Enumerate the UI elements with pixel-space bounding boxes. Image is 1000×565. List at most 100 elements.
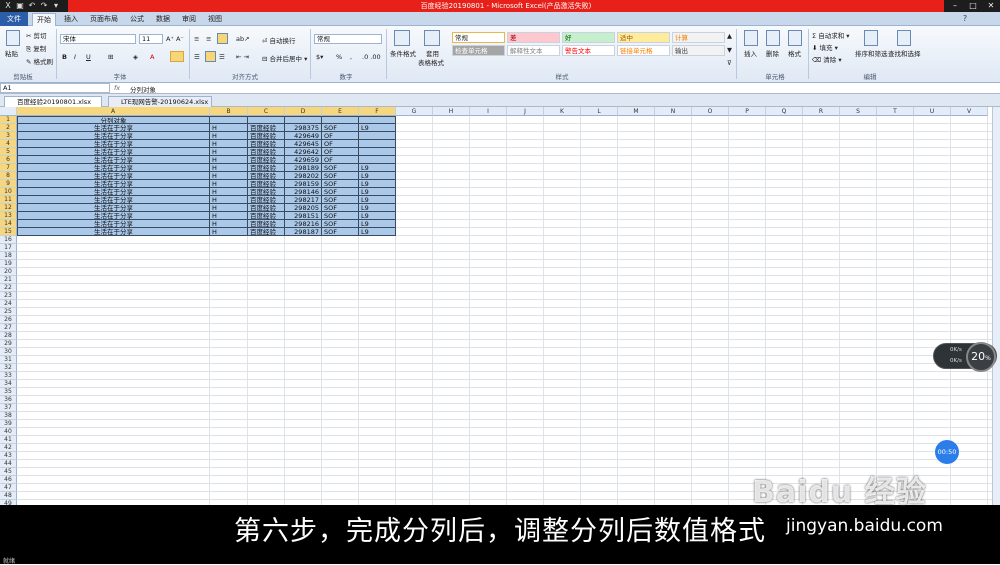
column-header[interactable]: G: [396, 107, 433, 116]
table-cell[interactable]: 百度经验: [248, 132, 285, 140]
table-cell[interactable]: [359, 140, 396, 148]
tab-file[interactable]: 文件: [0, 12, 28, 26]
table-cell[interactable]: 429649: [285, 132, 322, 140]
table-cell[interactable]: H: [210, 228, 248, 236]
table-cell[interactable]: L9: [359, 204, 396, 212]
table-cell[interactable]: H: [210, 212, 248, 220]
table-cell[interactable]: 生活在于分享: [17, 212, 210, 220]
row-header[interactable]: 42: [0, 444, 17, 452]
insert-cells-icon[interactable]: [744, 30, 758, 46]
column-header[interactable]: F: [359, 107, 396, 116]
row-header[interactable]: 5: [0, 148, 17, 156]
table-cell[interactable]: 百度经验: [248, 220, 285, 228]
row-header[interactable]: 4: [0, 140, 17, 148]
table-cell[interactable]: 298189: [285, 164, 322, 172]
column-header[interactable]: H: [433, 107, 470, 116]
decimal-icon[interactable]: .0 .00: [362, 53, 381, 61]
cell-style-swatch[interactable]: 链接单元格: [617, 45, 670, 56]
table-cell[interactable]: H: [210, 124, 248, 132]
row-header[interactable]: 46: [0, 476, 17, 484]
tab-home[interactable]: 开始: [32, 13, 56, 27]
speed-percent-badge[interactable]: 20%: [966, 342, 996, 372]
column-header[interactable]: O: [692, 107, 729, 116]
vertical-scrollbar[interactable]: [992, 107, 1000, 505]
row-header[interactable]: 27: [0, 324, 17, 332]
table-cell[interactable]: 百度经验: [248, 164, 285, 172]
table-cell[interactable]: L9: [359, 220, 396, 228]
table-cell[interactable]: 298205: [285, 204, 322, 212]
table-cell[interactable]: 百度经验: [248, 228, 285, 236]
table-cell[interactable]: 百度经验: [248, 196, 285, 204]
minimize-icon[interactable]: –: [946, 0, 964, 12]
sort-filter-icon[interactable]: [864, 30, 878, 46]
excel-app-icon[interactable]: X: [3, 1, 13, 11]
column-header[interactable]: E: [322, 107, 359, 116]
row-header[interactable]: 40: [0, 428, 17, 436]
table-cell[interactable]: SOF: [322, 124, 359, 132]
row-header[interactable]: 11: [0, 196, 17, 204]
name-box[interactable]: A1: [0, 83, 110, 93]
table-cell[interactable]: SOF: [322, 204, 359, 212]
styles-more-icon[interactable]: ⊽: [727, 59, 732, 67]
table-cell[interactable]: 百度经验: [248, 156, 285, 164]
phonetic-icon[interactable]: [170, 51, 184, 62]
column-header[interactable]: S: [840, 107, 877, 116]
row-header[interactable]: 12: [0, 204, 17, 212]
formula-input[interactable]: 分列对象: [130, 84, 156, 94]
table-cell[interactable]: [359, 132, 396, 140]
row-header[interactable]: 16: [0, 236, 17, 244]
table-cell[interactable]: 生活在于分享: [17, 172, 210, 180]
workbook-tab[interactable]: LTE现网告警-20190624.xlsx: [108, 96, 212, 107]
cut-button[interactable]: ✂ 剪切: [26, 30, 47, 40]
row-header[interactable]: 21: [0, 276, 17, 284]
table-cell[interactable]: 百度经验: [248, 172, 285, 180]
table-cell[interactable]: 生活在于分享: [17, 164, 210, 172]
redo-icon[interactable]: ↷: [39, 1, 49, 11]
column-header[interactable]: P: [729, 107, 766, 116]
table-cell[interactable]: SOF: [322, 220, 359, 228]
fill-color-icon[interactable]: ◈: [133, 53, 138, 61]
column-header[interactable]: J: [507, 107, 544, 116]
table-cell[interactable]: L9: [359, 164, 396, 172]
maximize-icon[interactable]: □: [964, 0, 982, 12]
row-header[interactable]: 45: [0, 468, 17, 476]
row-header[interactable]: 32: [0, 364, 17, 372]
tab-page-layout[interactable]: 页面布局: [86, 13, 122, 26]
cell-style-swatch[interactable]: 常规: [452, 32, 505, 43]
save-icon[interactable]: ▣: [15, 1, 25, 11]
format-painter-button[interactable]: ✎ 格式刷: [26, 56, 53, 66]
fx-icon[interactable]: fx: [114, 84, 120, 92]
table-cell[interactable]: H: [210, 164, 248, 172]
merge-center-button[interactable]: ⊟ 合并后居中 ▾: [262, 53, 307, 63]
table-cell[interactable]: [285, 116, 322, 124]
row-header[interactable]: 43: [0, 452, 17, 460]
cell-style-swatch[interactable]: 计算: [672, 32, 725, 43]
table-cell[interactable]: [359, 156, 396, 164]
cell-style-swatch[interactable]: 差: [507, 32, 560, 43]
table-cell[interactable]: 生活在于分享: [17, 124, 210, 132]
sort-filter-button[interactable]: 排序和筛选: [855, 48, 888, 58]
table-cell[interactable]: 429659: [285, 156, 322, 164]
cell-style-swatch[interactable]: 检查单元格: [452, 45, 505, 56]
column-header[interactable]: L: [581, 107, 618, 116]
autosum-button[interactable]: Σ 自动求和 ▾: [812, 30, 850, 40]
tab-insert[interactable]: 插入: [60, 13, 82, 26]
italic-icon[interactable]: I: [74, 53, 76, 61]
styles-scroll-down-icon[interactable]: ▼: [727, 46, 732, 54]
table-cell[interactable]: 生活在于分享: [17, 228, 210, 236]
table-cell[interactable]: H: [210, 140, 248, 148]
format-cells-icon[interactable]: [788, 30, 802, 46]
row-header[interactable]: 33: [0, 372, 17, 380]
row-header[interactable]: 20: [0, 268, 17, 276]
table-cell[interactable]: 298187: [285, 228, 322, 236]
percent-button[interactable]: %: [336, 53, 342, 61]
wrap-text-button[interactable]: ⏎ 自动换行: [262, 35, 296, 45]
row-header[interactable]: 31: [0, 356, 17, 364]
row-header[interactable]: 23: [0, 292, 17, 300]
align-top-icon[interactable]: ≡: [194, 35, 199, 43]
table-cell[interactable]: [359, 148, 396, 156]
row-header[interactable]: 39: [0, 420, 17, 428]
insert-cells-button[interactable]: 插入: [744, 48, 757, 58]
table-cell[interactable]: L9: [359, 180, 396, 188]
font-size-combo[interactable]: 11: [139, 34, 163, 44]
